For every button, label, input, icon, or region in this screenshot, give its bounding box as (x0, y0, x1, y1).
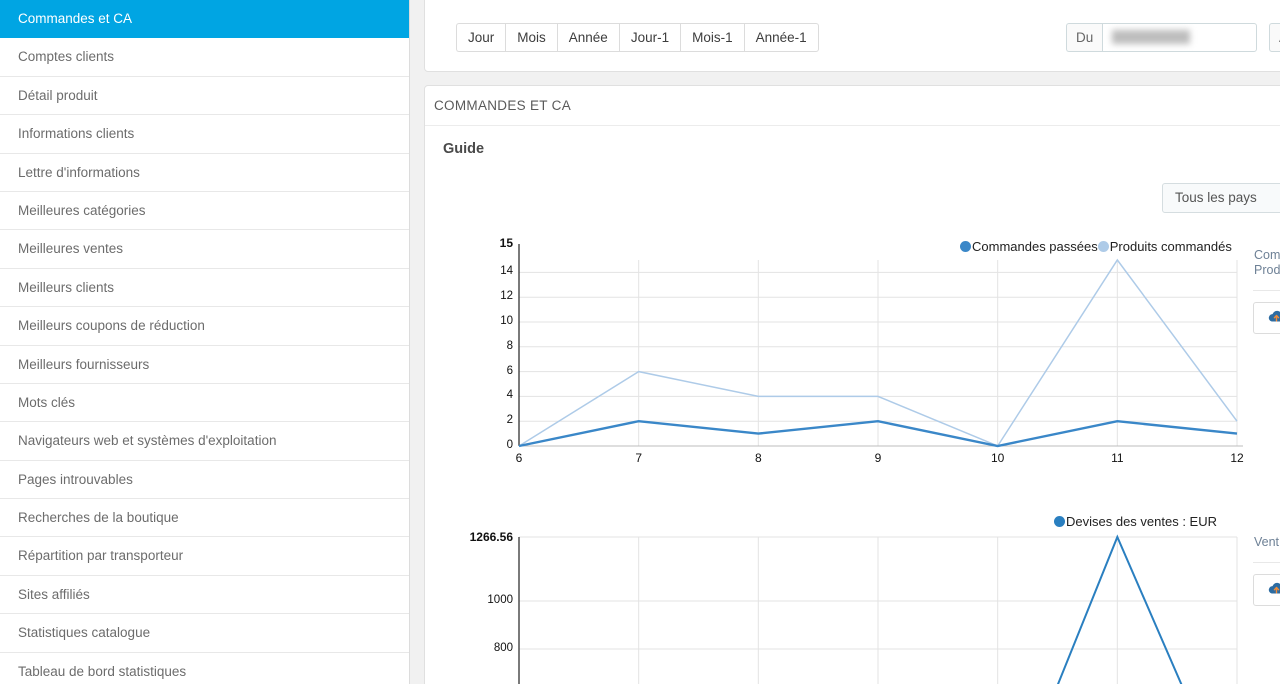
sidebar-item-label: Navigateurs web et systèmes d'exploitati… (18, 433, 277, 449)
date-to-label: Au (1269, 23, 1280, 52)
sidebar-nav: Commandes et CA Comptes clients Détail pro… (0, 0, 410, 684)
sidebar-item-label: Répartition par transporteur (18, 548, 184, 564)
x-axis-tick: 12 (1230, 451, 1244, 465)
sidebar-item-label: Tableau de bord statistiques (18, 663, 187, 679)
sidebar-item-label: Meilleures catégories (18, 202, 146, 218)
sidebar-item-13[interactable]: Recherches de la boutique (0, 499, 409, 538)
sales-export-title-line1: Vent (1254, 535, 1280, 549)
sidebar-item-label: Meilleurs clients (18, 279, 115, 295)
sales-chart-block: Devises des ventes : EUR 60080010001266.… (425, 511, 1280, 684)
export-rail: Com Prod Vent (1253, 85, 1280, 684)
sidebar-item-2[interactable]: Détail produit (0, 76, 409, 116)
range-button-ann-e-1[interactable]: Année-1 (743, 23, 819, 52)
x-axis-tick: 6 (515, 451, 523, 465)
y-axis-tick: 4 (506, 389, 513, 402)
sidebar-item-4[interactable]: Lettre d'informations (0, 153, 409, 192)
sidebar-item-5[interactable]: Meilleures catégories (0, 191, 409, 231)
sidebar-item-1[interactable]: Comptes clients (0, 38, 409, 77)
y-axis-max-label: 15 (499, 236, 513, 250)
x-axis-tick: 11 (1111, 451, 1124, 465)
guide-label: Guide (443, 141, 485, 157)
x-axis-tick: 10 (990, 451, 1005, 465)
date-from-group: Du (1066, 23, 1258, 52)
sidebar-item-label: Recherches de la boutique (18, 510, 179, 526)
sidebar-item-0[interactable]: Commandes et CA (0, 0, 409, 39)
sidebar-item-8[interactable]: Meilleurs coupons de réduction (0, 307, 409, 346)
y-axis-tick: 0 (506, 439, 513, 451)
sidebar-item-12[interactable]: Pages introuvables (0, 460, 409, 500)
sidebar-item-14[interactable]: Répartition par transporteur (0, 537, 409, 576)
sidebar-item-label: Informations clients (18, 126, 135, 142)
divider (1253, 562, 1280, 563)
range-button-mois-1[interactable]: Mois-1 (680, 23, 744, 52)
date-range-button-group: Jour Mois Année Jour-1 Mois-1 Année-1 (456, 23, 819, 52)
y-axis-tick: 8 (506, 339, 513, 352)
sidebar-item-10[interactable]: Mots clés (0, 383, 409, 423)
y-axis-tick: 1266.56 (469, 530, 513, 544)
orders-export-title-line1: Com (1254, 248, 1280, 262)
panel-title: COMMANDES ET CA (425, 86, 1280, 126)
sidebar-item-label: Commandes et CA (18, 11, 133, 26)
sidebar-item-16[interactable]: Statistiques catalogue (0, 614, 409, 653)
orders-chart-svg (518, 244, 1243, 448)
cloud-upload-icon (1268, 582, 1280, 599)
sidebar-item-label: Meilleurs coupons de réduction (18, 318, 205, 334)
x-axis-tick: 7 (635, 451, 642, 465)
y-axis-tick: 800 (493, 641, 513, 654)
date-from-value-redacted (1112, 30, 1191, 44)
sidebar-item-label: Sites affiliés (18, 586, 90, 602)
x-axis-tick: 8 (754, 451, 762, 465)
orders-export-title-line2: Prod (1254, 263, 1280, 277)
divider (1253, 290, 1280, 291)
y-axis-tick: 1000 (487, 593, 513, 606)
sidebar-item-9[interactable]: Meilleurs fournisseurs (0, 345, 409, 384)
sidebar-item-label: Statistiques catalogue (18, 625, 151, 641)
content-area: JourMoisAnnéeJour-1Mois-1Année-1 Du Au C… (411, 0, 1280, 684)
sidebar-item-11[interactable]: Navigateurs web et systèmes d'exploitati… (0, 422, 409, 461)
date-to-group: Au (1269, 23, 1280, 52)
y-axis-tick: 10 (500, 315, 513, 327)
sidebar-item-3[interactable]: Informations clients (0, 115, 409, 154)
range-button-jour-1[interactable]: Jour-1 (618, 23, 681, 52)
filter-toolbar: JourMoisAnnéeJour-1Mois-1Année-1 Du Au (424, 0, 1280, 72)
sidebar-item-7[interactable]: Meilleurs clients (0, 268, 409, 308)
sales-export-button[interactable] (1253, 574, 1280, 606)
orders-chart-block: Commandes passées Produits commandés 0246… (425, 236, 1280, 491)
sales-chart-plot: 60080010001266.56 (425, 511, 1280, 684)
sidebar-item-label: Détail produit (18, 87, 98, 103)
range-button-mois[interactable]: Mois (505, 23, 557, 52)
sidebar-item-label: Meilleurs fournisseurs (18, 356, 150, 372)
x-axis-tick: 9 (874, 451, 882, 465)
sales-export-card: Vent (1253, 535, 1280, 606)
sidebar-item-17[interactable]: Tableau de bord statistiques (0, 652, 409, 684)
range-button-ann-e[interactable]: Année (556, 23, 619, 52)
y-axis-tick: 2 (506, 414, 513, 427)
range-button-jour[interactable]: Jour (456, 23, 506, 52)
orders-export-card: Com Prod (1253, 248, 1280, 334)
sidebar-item-label: Mots clés (18, 394, 76, 410)
sales-chart-svg (518, 534, 1238, 684)
sidebar-item-label: Meilleures ventes (18, 241, 124, 257)
y-axis-tick: 14 (500, 265, 513, 278)
y-axis-tick: 6 (506, 364, 513, 377)
y-axis-tick: 12 (500, 290, 513, 303)
cloud-upload-icon (1268, 310, 1280, 327)
sidebar-item-label: Pages introuvables (18, 471, 133, 487)
sidebar-item-15[interactable]: Sites affiliés (0, 575, 409, 615)
sidebar-item-label: Comptes clients (18, 49, 115, 65)
orders-chart-plot: 0 2 4 6 8 10 12 14 15 6 7 8 9 10 11 12 (425, 236, 1280, 486)
sidebar-item-6[interactable]: Meilleures ventes (0, 230, 409, 269)
orders-revenue-panel: COMMANDES ET CA Guide Tous les pays Comm… (424, 85, 1280, 684)
date-from-label: Du (1066, 23, 1103, 52)
orders-export-button[interactable] (1253, 302, 1280, 334)
date-from-input[interactable] (1102, 23, 1258, 52)
sidebar-item-label: Lettre d'informations (18, 164, 140, 180)
